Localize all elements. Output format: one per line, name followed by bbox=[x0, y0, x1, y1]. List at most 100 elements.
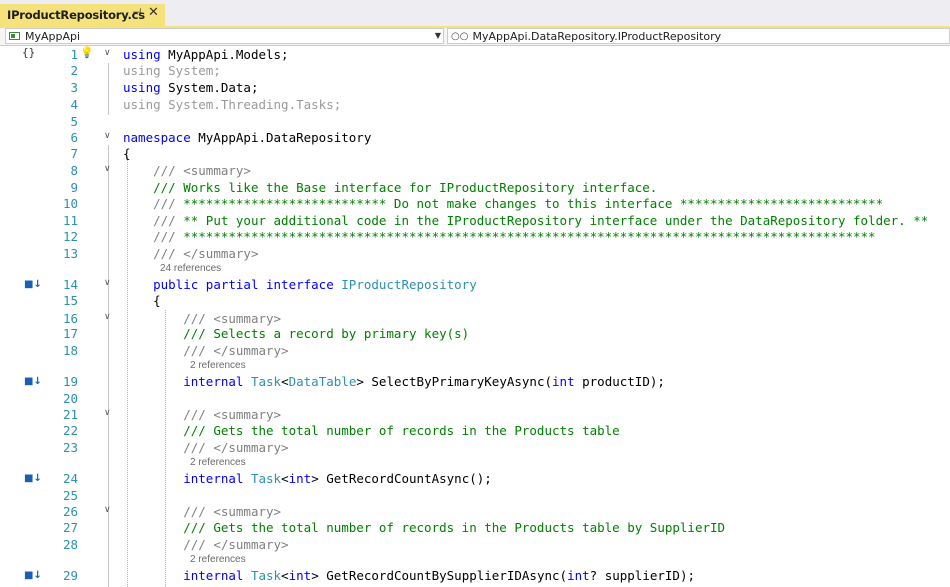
chevron-down-icon[interactable]: ∨ bbox=[104, 408, 111, 418]
code-line[interactable]: 23 /// </summary> bbox=[0, 439, 950, 456]
code-line[interactable]: 20 bbox=[0, 390, 950, 407]
code-token: /// bbox=[153, 213, 184, 228]
code-text: using System.Threading.Tasks; bbox=[123, 96, 341, 113]
codelens-references[interactable]: 2 references bbox=[190, 456, 246, 469]
code-line[interactable]: 24 ■↓ internal Task<int> GetRecordCountAs… bbox=[0, 470, 950, 487]
chevron-down-icon[interactable]: ∨ bbox=[104, 312, 111, 322]
code-token: using bbox=[123, 47, 161, 62]
pin-icon[interactable]: ⊣ bbox=[132, 6, 142, 19]
code-token: DataTable bbox=[288, 374, 357, 389]
code-token: <summary> bbox=[183, 163, 251, 178]
code-text: /// <summary> bbox=[123, 406, 281, 423]
code-token: internal bbox=[183, 374, 244, 389]
code-line[interactable]: 18 /// </summary> bbox=[0, 342, 950, 359]
implements-interface-icon[interactable]: ■↓ bbox=[24, 473, 42, 484]
line-number: 26 bbox=[62, 504, 78, 519]
tab-iproductrepository[interactable]: IProductRepository.cs ⊣ ✕ bbox=[0, 4, 165, 26]
code-line[interactable]: 2 using System; bbox=[0, 62, 950, 79]
code-token: using System.Threading.Tasks; bbox=[123, 97, 342, 112]
code-line[interactable]: 10 /// *************************** Do no… bbox=[0, 195, 950, 212]
code-token: /// bbox=[153, 229, 184, 244]
code-line[interactable]: 26 ∨ /// <summary> bbox=[0, 503, 950, 520]
code-line[interactable]: 9 /// Works like the Base interface for … bbox=[0, 179, 950, 196]
code-line[interactable]: 19 ■↓ internal Task<DataTable> SelectByPr… bbox=[0, 373, 950, 390]
code-token: /// bbox=[153, 163, 184, 178]
code-line[interactable]: 12 /// *********************************… bbox=[0, 228, 950, 245]
codelens-references[interactable]: 2 references bbox=[190, 359, 246, 372]
code-line[interactable]: 5 bbox=[0, 113, 950, 130]
code-line[interactable]: 14 ∨ ■↓ public partial interface IProductR… bbox=[0, 276, 950, 293]
code-line[interactable]: 7{ bbox=[0, 145, 950, 162]
code-line[interactable]: 1 ∨ {} 💡 using MyAppApi.Models; bbox=[0, 46, 950, 63]
code-text: /// </summary> bbox=[123, 245, 258, 262]
line-number: 12 bbox=[62, 229, 78, 244]
braces-icon[interactable]: {} bbox=[22, 46, 35, 59]
codelens-references[interactable]: 24 references bbox=[160, 262, 221, 275]
dropdown-arrow-icon: ▼ bbox=[434, 31, 441, 40]
code-token: < bbox=[281, 568, 289, 583]
code-token: Task bbox=[250, 568, 282, 583]
code-token: /// bbox=[153, 196, 184, 211]
close-icon[interactable]: ✕ bbox=[148, 5, 159, 20]
code-token: int bbox=[288, 568, 312, 583]
chevron-down-icon[interactable]: ∨ bbox=[104, 278, 111, 288]
code-line[interactable]: 17 /// Selects a record by primary key(s… bbox=[0, 325, 950, 342]
code-line[interactable]: 29 ■↓ internal Task<int> GetRecordCountBy… bbox=[0, 567, 950, 584]
code-token: { bbox=[123, 146, 131, 161]
code-line[interactable]: 11 /// ** Put your additional code in th… bbox=[0, 212, 950, 229]
code-token: <summary> bbox=[213, 407, 282, 422]
line-number: 20 bbox=[62, 391, 78, 406]
implements-interface-icon[interactable]: ■↓ bbox=[24, 279, 42, 290]
code-line[interactable]: 28 /// </summary> bbox=[0, 536, 950, 553]
project-dropdown[interactable]: MyAppApi ▼ bbox=[5, 28, 444, 44]
code-token: ** Put your additional code in the IProd… bbox=[183, 213, 929, 228]
codelens-references[interactable]: 2 references bbox=[190, 553, 246, 566]
code-token: productID); bbox=[574, 374, 665, 389]
code-token: > GetRecordCountAsync(); bbox=[311, 471, 492, 486]
interface-icon: ○○ bbox=[451, 30, 469, 42]
implements-interface-icon[interactable]: ■↓ bbox=[24, 376, 42, 387]
implements-interface-icon[interactable]: ■↓ bbox=[24, 570, 42, 581]
code-line[interactable]: 3 using System.Data; bbox=[0, 79, 950, 96]
code-line[interactable]: 27 /// Gets the total number of records … bbox=[0, 519, 950, 536]
code-token: namespace bbox=[123, 130, 191, 145]
code-line[interactable]: 4 using System.Threading.Tasks; bbox=[0, 96, 950, 113]
code-line[interactable]: 22 /// Gets the total number of records … bbox=[0, 422, 950, 439]
chevron-down-icon[interactable]: ∨ bbox=[104, 48, 111, 58]
line-number: 22 bbox=[62, 423, 78, 438]
code-editor[interactable]: 1 ∨ {} 💡 using MyAppApi.Models; 2 using System… bbox=[0, 46, 950, 587]
code-line[interactable]: 15 { bbox=[0, 292, 950, 309]
line-number: 7 bbox=[70, 146, 78, 161]
code-text: using MyAppApi.Models; bbox=[123, 46, 289, 63]
lightbulb-icon[interactable]: 💡 bbox=[80, 46, 94, 59]
code-token: internal bbox=[183, 568, 244, 583]
code-line[interactable]: 25 bbox=[0, 487, 950, 504]
code-line[interactable]: 6 ∨ namespace MyAppApi.DataRepository bbox=[0, 129, 950, 146]
code-text: using System.Data; bbox=[123, 79, 258, 96]
code-text: public partial interface IProductReposit… bbox=[123, 276, 477, 293]
code-token: /// Selects a record by primary key(s) bbox=[183, 326, 470, 341]
scope-dropdown[interactable]: ○○ MyAppApi.DataRepository.IProductRepos… bbox=[447, 28, 950, 44]
line-number: 17 bbox=[62, 326, 78, 341]
code-token: int bbox=[552, 374, 575, 389]
chevron-down-icon[interactable]: ∨ bbox=[104, 131, 111, 141]
code-line[interactable]: 8 ∨ /// <summary> bbox=[0, 162, 950, 179]
code-token: </summary> bbox=[213, 343, 289, 358]
line-number: 8 bbox=[70, 163, 78, 178]
code-line[interactable]: 21 ∨ /// <summary> bbox=[0, 406, 950, 423]
code-text: /// Gets the total number of records in … bbox=[123, 519, 725, 536]
code-token: </summary> bbox=[183, 246, 259, 261]
code-line[interactable]: 13 /// </summary> bbox=[0, 245, 950, 262]
chevron-down-icon[interactable]: ∨ bbox=[104, 164, 111, 174]
chevron-down-icon[interactable]: ∨ bbox=[104, 505, 111, 515]
code-text: /// ** Put your additional code in the I… bbox=[123, 212, 928, 229]
